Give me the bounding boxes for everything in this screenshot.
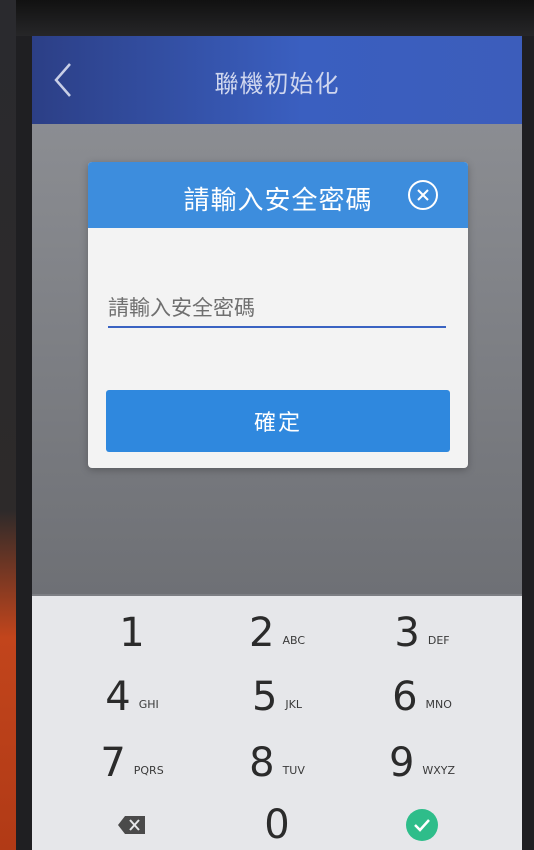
key-8[interactable]: 8 TUV <box>207 734 347 792</box>
app-header: 聯機初始化 <box>32 36 522 124</box>
key-letters: ABC <box>282 633 305 647</box>
key-digit: 4 <box>105 674 131 720</box>
check-circle-icon <box>405 808 439 842</box>
dialog-header: 請輸入安全密碼 <box>88 162 468 228</box>
close-icon[interactable] <box>406 178 440 212</box>
key-digit: 7 <box>100 740 126 786</box>
key-digit: 0 <box>264 802 290 848</box>
key-letters: DEF <box>427 633 450 647</box>
key-5[interactable]: 5 JKL <box>207 668 347 726</box>
key-digit: 2 <box>248 610 275 656</box>
device-bezel-top <box>0 0 534 36</box>
key-letters: PQRS <box>133 763 164 777</box>
key-6[interactable]: 6 MNO <box>352 668 492 726</box>
key-9[interactable]: 9 WXYZ <box>352 734 492 792</box>
password-dialog: 請輸入安全密碼 確定 <box>88 162 468 468</box>
device-bezel-left <box>0 0 16 850</box>
key-7[interactable]: 7 PQRS <box>62 734 202 792</box>
key-3[interactable]: 3 DEF <box>352 604 492 662</box>
key-digit: 3 <box>394 610 420 656</box>
delete-key[interactable] <box>62 796 202 850</box>
key-digit: 9 <box>388 740 415 786</box>
key-0[interactable]: 0 <box>207 796 347 850</box>
password-input[interactable] <box>108 290 446 328</box>
key-digit: 6 <box>392 674 418 720</box>
key-letters: GHI <box>138 697 159 711</box>
key-4[interactable]: 4 GHI <box>62 668 202 726</box>
key-letters: TUV <box>282 763 305 777</box>
key-digit: 5 <box>251 674 278 720</box>
key-letters: WXYZ <box>422 763 456 777</box>
key-digit: 1 <box>119 610 145 656</box>
key-letters: JKL <box>285 697 303 711</box>
numeric-keypad: 1 2 ABC 3 DEF 4 GHI 5 JKL 6 MNO 7 PQRS 8… <box>32 596 522 850</box>
key-1[interactable]: 1 <box>62 604 202 662</box>
key-digit: 8 <box>249 740 275 786</box>
phone-screen: 聯機初始化 請輸入安全密碼 確定 1 2 ABC 3 DEF 4 GHI 5 J… <box>32 36 522 850</box>
key-letters: MNO <box>425 697 452 711</box>
backspace-icon <box>115 808 149 842</box>
page-title: 聯機初始化 <box>214 70 340 98</box>
key-2[interactable]: 2 ABC <box>207 604 347 662</box>
done-key[interactable] <box>352 796 492 850</box>
confirm-button[interactable]: 確定 <box>106 390 450 452</box>
